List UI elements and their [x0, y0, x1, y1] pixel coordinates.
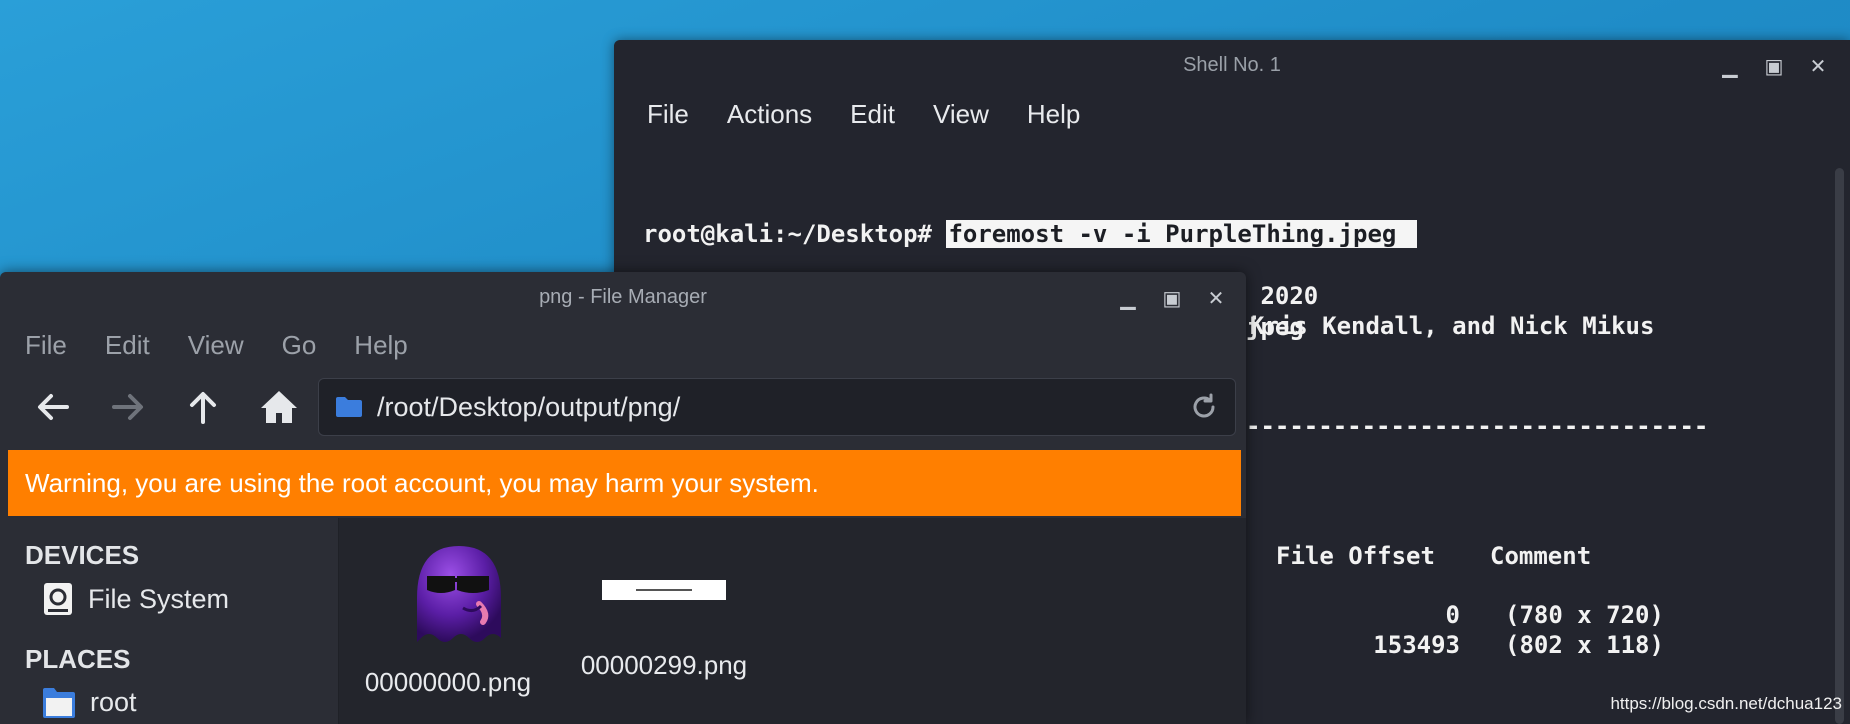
- sidebar-item-root[interactable]: root: [42, 686, 137, 718]
- file-view[interactable]: 00000000.png 00000299.png: [339, 518, 1246, 724]
- places-heading: PLACES: [25, 644, 131, 674]
- file-manager-menubar: File Edit View Go Help: [0, 324, 1246, 366]
- fm-menu-edit[interactable]: Edit: [105, 330, 150, 361]
- purple-ghost-thumbnail: [417, 546, 501, 642]
- home-icon: [261, 391, 297, 423]
- sidebar-item-label: root: [90, 686, 137, 717]
- reload-icon[interactable]: [1189, 392, 1219, 422]
- root-warning-banner: Warning, you are using the root account,…: [8, 450, 1241, 516]
- home-button[interactable]: [256, 384, 302, 430]
- file-manager-window-controls: ▁ ▣ ✕: [1116, 286, 1228, 311]
- row-offset: 0: [1445, 601, 1460, 629]
- close-icon[interactable]: ✕: [1204, 286, 1228, 311]
- file-name: 00000000.png: [364, 667, 532, 697]
- file-item[interactable]: 00000299.png: [569, 538, 759, 681]
- file-manager-window[interactable]: png - File Manager ▁ ▣ ✕ File Edit View …: [0, 272, 1246, 724]
- terminal-window-controls: ▁ ▣ ✕: [1718, 54, 1830, 78]
- arrow-right-icon: [112, 394, 143, 420]
- fm-menu-go[interactable]: Go: [282, 330, 317, 361]
- file-name: 00000299.png: [580, 650, 748, 680]
- selected-command: foremost -v -i PurpleThing.jpeg: [946, 220, 1417, 248]
- file-manager-titlebar[interactable]: png - File Manager ▁ ▣ ✕: [0, 272, 1246, 324]
- output-fragment-jpeg: jpeg: [1246, 313, 1304, 341]
- close-icon[interactable]: ✕: [1806, 54, 1830, 78]
- shell-prompt: root@kali:~/Desktop#: [643, 220, 947, 248]
- fm-menu-view[interactable]: View: [188, 330, 244, 361]
- output-fragment-date: 2020: [1246, 282, 1319, 310]
- maximize-icon[interactable]: ▣: [1762, 54, 1786, 78]
- minimize-icon[interactable]: ▁: [1718, 54, 1742, 78]
- fm-menu-file[interactable]: File: [25, 330, 67, 361]
- watermark-url: https://blog.csdn.net/dchua123: [1610, 694, 1842, 713]
- row-comment: (802 x 118): [1505, 631, 1664, 659]
- arrow-up-icon: [190, 392, 216, 424]
- terminal-menu-help[interactable]: Help: [1027, 99, 1080, 130]
- fm-menu-help[interactable]: Help: [354, 330, 407, 361]
- folder-icon: [336, 397, 362, 417]
- forward-button[interactable]: [105, 384, 151, 430]
- location-bar[interactable]: [318, 378, 1236, 436]
- file-manager-toolbar: [0, 366, 1246, 442]
- terminal-title: Shell No. 1: [1183, 54, 1281, 76]
- minimize-icon[interactable]: ▁: [1116, 286, 1140, 311]
- up-button[interactable]: [180, 384, 226, 430]
- maximize-icon[interactable]: ▣: [1160, 286, 1184, 311]
- column-comment: Comment: [1490, 542, 1592, 570]
- terminal-menubar: File Actions Edit View Help: [614, 92, 1850, 136]
- back-button[interactable]: [30, 384, 76, 430]
- drive-icon: [44, 583, 72, 615]
- terminal-menu-view[interactable]: View: [933, 99, 989, 130]
- home-folder-icon: [43, 688, 75, 718]
- row-comment: (780 x 720): [1505, 601, 1664, 629]
- terminal-scrollbar[interactable]: [1835, 168, 1844, 724]
- devices-heading: DEVICES: [25, 540, 140, 570]
- terminal-menu-actions[interactable]: Actions: [727, 99, 812, 130]
- arrow-left-icon: [38, 394, 69, 420]
- side-pane: DEVICES File System PLACES root: [0, 518, 339, 724]
- command-line: root@kali:~/Desktop# foremost -v -i Purp…: [643, 219, 1810, 250]
- file-manager-title: png - File Manager: [539, 286, 707, 308]
- terminal-menu-edit[interactable]: Edit: [850, 99, 895, 130]
- sidebar-item-file-system[interactable]: File System: [42, 582, 229, 616]
- output-separator: --------------------------------: [1246, 412, 1709, 440]
- row-offset: 153493: [1373, 631, 1460, 659]
- terminal-titlebar[interactable]: Shell No. 1 ▁ ▣ ✕: [614, 40, 1850, 92]
- sidebar-item-label: File System: [88, 583, 230, 614]
- path-input[interactable]: [375, 390, 1189, 424]
- terminal-menu-file[interactable]: File: [647, 99, 689, 130]
- white-banner-thumbnail: [602, 580, 726, 600]
- file-item[interactable]: 00000000.png: [353, 538, 543, 698]
